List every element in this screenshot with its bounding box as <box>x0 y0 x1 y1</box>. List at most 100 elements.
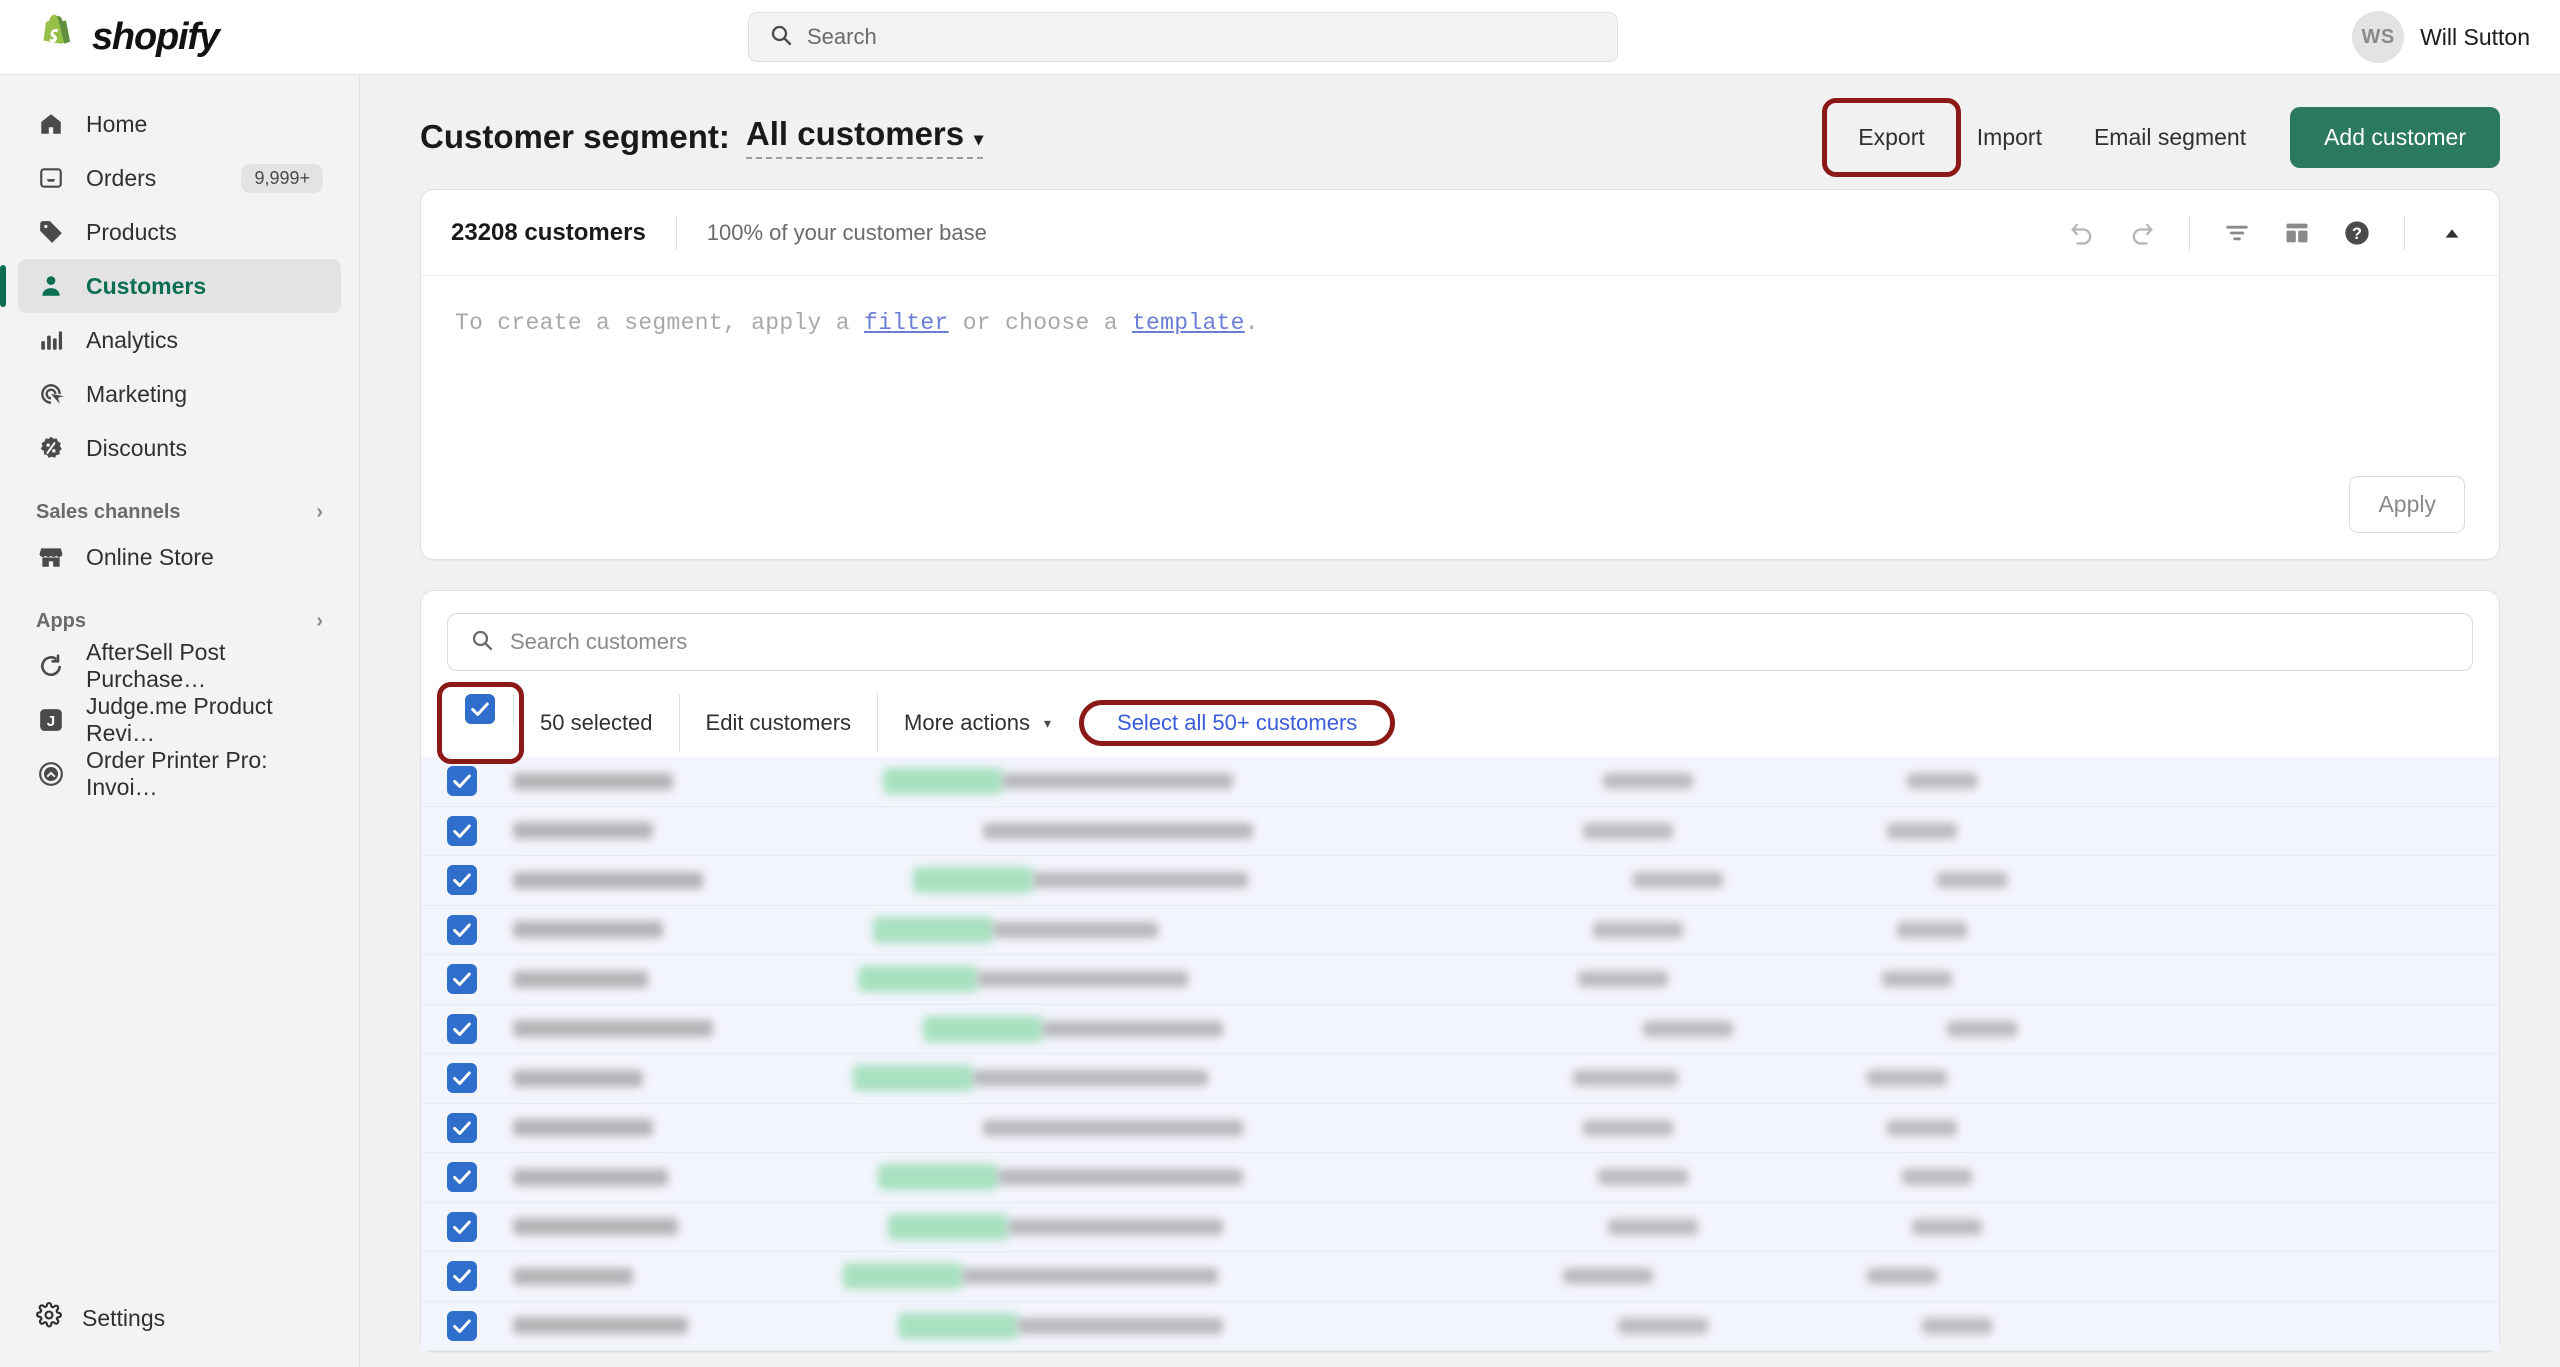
table-row[interactable] <box>421 905 2499 955</box>
segment-selector[interactable]: All customers ▾ <box>745 115 984 159</box>
segment-name: All customers <box>745 115 965 152</box>
row-checkbox[interactable] <box>447 1112 477 1143</box>
table-row[interactable] <box>421 757 2499 807</box>
select-all-checkbox[interactable] <box>447 694 514 724</box>
row-checkbox[interactable] <box>447 1013 477 1044</box>
location-redacted <box>983 1119 1243 1136</box>
sidebar-item-analytics[interactable]: Analytics <box>18 313 341 367</box>
collapse-chevron-icon[interactable] <box>2435 216 2469 250</box>
redo-icon[interactable] <box>2125 216 2159 250</box>
customer-search-placeholder: Search customers <box>510 629 688 654</box>
orders-redacted <box>1593 921 1683 938</box>
apps-label: Apps <box>36 610 86 632</box>
row-checkbox[interactable] <box>447 1162 477 1193</box>
sidebar-item-customers[interactable]: Customers <box>0 259 341 313</box>
bulk-actions-bar: 50 selected Edit customers More actions … <box>421 671 2499 764</box>
location-cell <box>998 1169 1598 1186</box>
sales-channels-header[interactable]: Sales channels › <box>36 501 323 524</box>
add-customer-button[interactable]: Add customer <box>2290 106 2500 168</box>
select-all-customers-link[interactable]: Select all 50+ customers <box>1091 710 1383 736</box>
sidebar-item-settings[interactable]: Settings <box>0 1291 359 1345</box>
amount-redacted <box>1912 1218 1982 1235</box>
table-row[interactable] <box>421 1202 2499 1252</box>
sidebar-item-order-printer[interactable]: Order Printer Pro: Invoi… <box>18 747 341 801</box>
row-checkbox[interactable] <box>447 1261 477 1292</box>
status-badge-redacted <box>888 1213 1008 1240</box>
store-icon <box>36 542 66 572</box>
table-row[interactable] <box>421 1054 2499 1104</box>
row-checkbox[interactable] <box>447 914 477 945</box>
template-link[interactable]: template <box>1132 310 1245 336</box>
table-row[interactable] <box>421 1103 2499 1153</box>
amount-redacted <box>1887 822 1957 839</box>
apps-header[interactable]: Apps › <box>36 610 323 633</box>
row-checkbox[interactable] <box>447 1063 477 1094</box>
top-bar: shopify Search WS Will Sutton <box>0 0 2560 75</box>
customer-count: 23208 customers <box>451 218 646 246</box>
row-checkbox[interactable] <box>447 964 477 995</box>
row-checkbox[interactable] <box>447 815 477 846</box>
sidebar: Home Orders 9,999+ Products Customers An… <box>0 75 360 1367</box>
amount-cell <box>1823 921 1993 938</box>
row-checkbox[interactable] <box>447 1310 477 1341</box>
location-cell <box>983 822 1583 839</box>
row-checkbox[interactable] <box>447 865 477 896</box>
orders-cell <box>1618 1317 1848 1334</box>
table-row[interactable] <box>421 856 2499 906</box>
location-cell <box>1018 1317 1618 1334</box>
sidebar-item-home[interactable]: Home <box>18 97 341 151</box>
brand[interactable]: shopify <box>0 14 360 60</box>
filter-icon[interactable] <box>2220 216 2254 250</box>
location-cell <box>963 1268 1563 1285</box>
email-segment-button[interactable]: Email segment <box>2068 110 2272 165</box>
edit-customers-button[interactable]: Edit customers <box>679 694 879 752</box>
status-cell <box>648 966 978 993</box>
sidebar-item-discounts[interactable]: Discounts <box>18 421 341 475</box>
global-search-input[interactable]: Search <box>748 12 1618 62</box>
sidebar-item-marketing[interactable]: Marketing <box>18 367 341 421</box>
more-actions-button[interactable]: More actions ▾ <box>878 694 1078 752</box>
location-redacted <box>1033 872 1248 889</box>
customer-name-redacted <box>513 921 663 939</box>
orders-redacted <box>1578 971 1668 988</box>
orders-redacted <box>1563 1268 1653 1285</box>
sidebar-item-products[interactable]: Products <box>18 205 341 259</box>
gear-icon <box>36 1302 62 1334</box>
orders-cell <box>1578 971 1808 988</box>
customer-base-percent: 100% of your customer base <box>706 219 987 245</box>
table-row[interactable] <box>421 806 2499 856</box>
table-row[interactable] <box>421 1301 2499 1351</box>
customer-name-redacted <box>513 1020 713 1038</box>
undo-icon[interactable] <box>2065 216 2099 250</box>
segment-query-editor[interactable]: To create a segment, apply a filter or c… <box>421 276 2499 476</box>
export-button[interactable]: Export <box>1832 110 1950 165</box>
status-cell <box>678 1213 1008 1240</box>
help-icon[interactable]: ? <box>2340 216 2374 250</box>
selected-count-label: 50 selected <box>514 694 680 752</box>
orders-cell <box>1583 1119 1813 1136</box>
template-icon[interactable] <box>2280 216 2314 250</box>
user-menu[interactable]: WS Will Sutton <box>2352 11 2530 63</box>
row-checkbox[interactable] <box>447 1211 477 1242</box>
table-row[interactable] <box>421 1004 2499 1054</box>
table-row[interactable] <box>421 1153 2499 1203</box>
customer-search-wrap: Search customers <box>421 591 2499 671</box>
sidebar-item-judgeme[interactable]: J Judge.me Product Revi… <box>18 693 341 747</box>
filter-link[interactable]: filter <box>864 310 949 336</box>
sidebar-item-online-store[interactable]: Online Store <box>18 530 341 584</box>
apply-button[interactable]: Apply <box>2349 476 2465 533</box>
import-button[interactable]: Import <box>1951 110 2068 165</box>
location-cell <box>1033 872 1633 889</box>
sidebar-item-orders[interactable]: Orders 9,999+ <box>18 151 341 205</box>
customers-person-icon <box>36 271 66 301</box>
table-row[interactable] <box>421 955 2499 1005</box>
aftersell-icon <box>36 651 66 681</box>
table-row[interactable] <box>421 1252 2499 1302</box>
amount-redacted <box>1922 1317 1992 1334</box>
query-prefix: To create a segment, apply a <box>455 310 864 336</box>
amount-redacted <box>1882 971 1952 988</box>
more-actions-label: More actions <box>904 710 1030 735</box>
sidebar-item-aftersell[interactable]: AfterSell Post Purchase… <box>18 639 341 693</box>
row-checkbox[interactable] <box>447 766 477 797</box>
customer-search-input[interactable]: Search customers <box>447 613 2473 671</box>
